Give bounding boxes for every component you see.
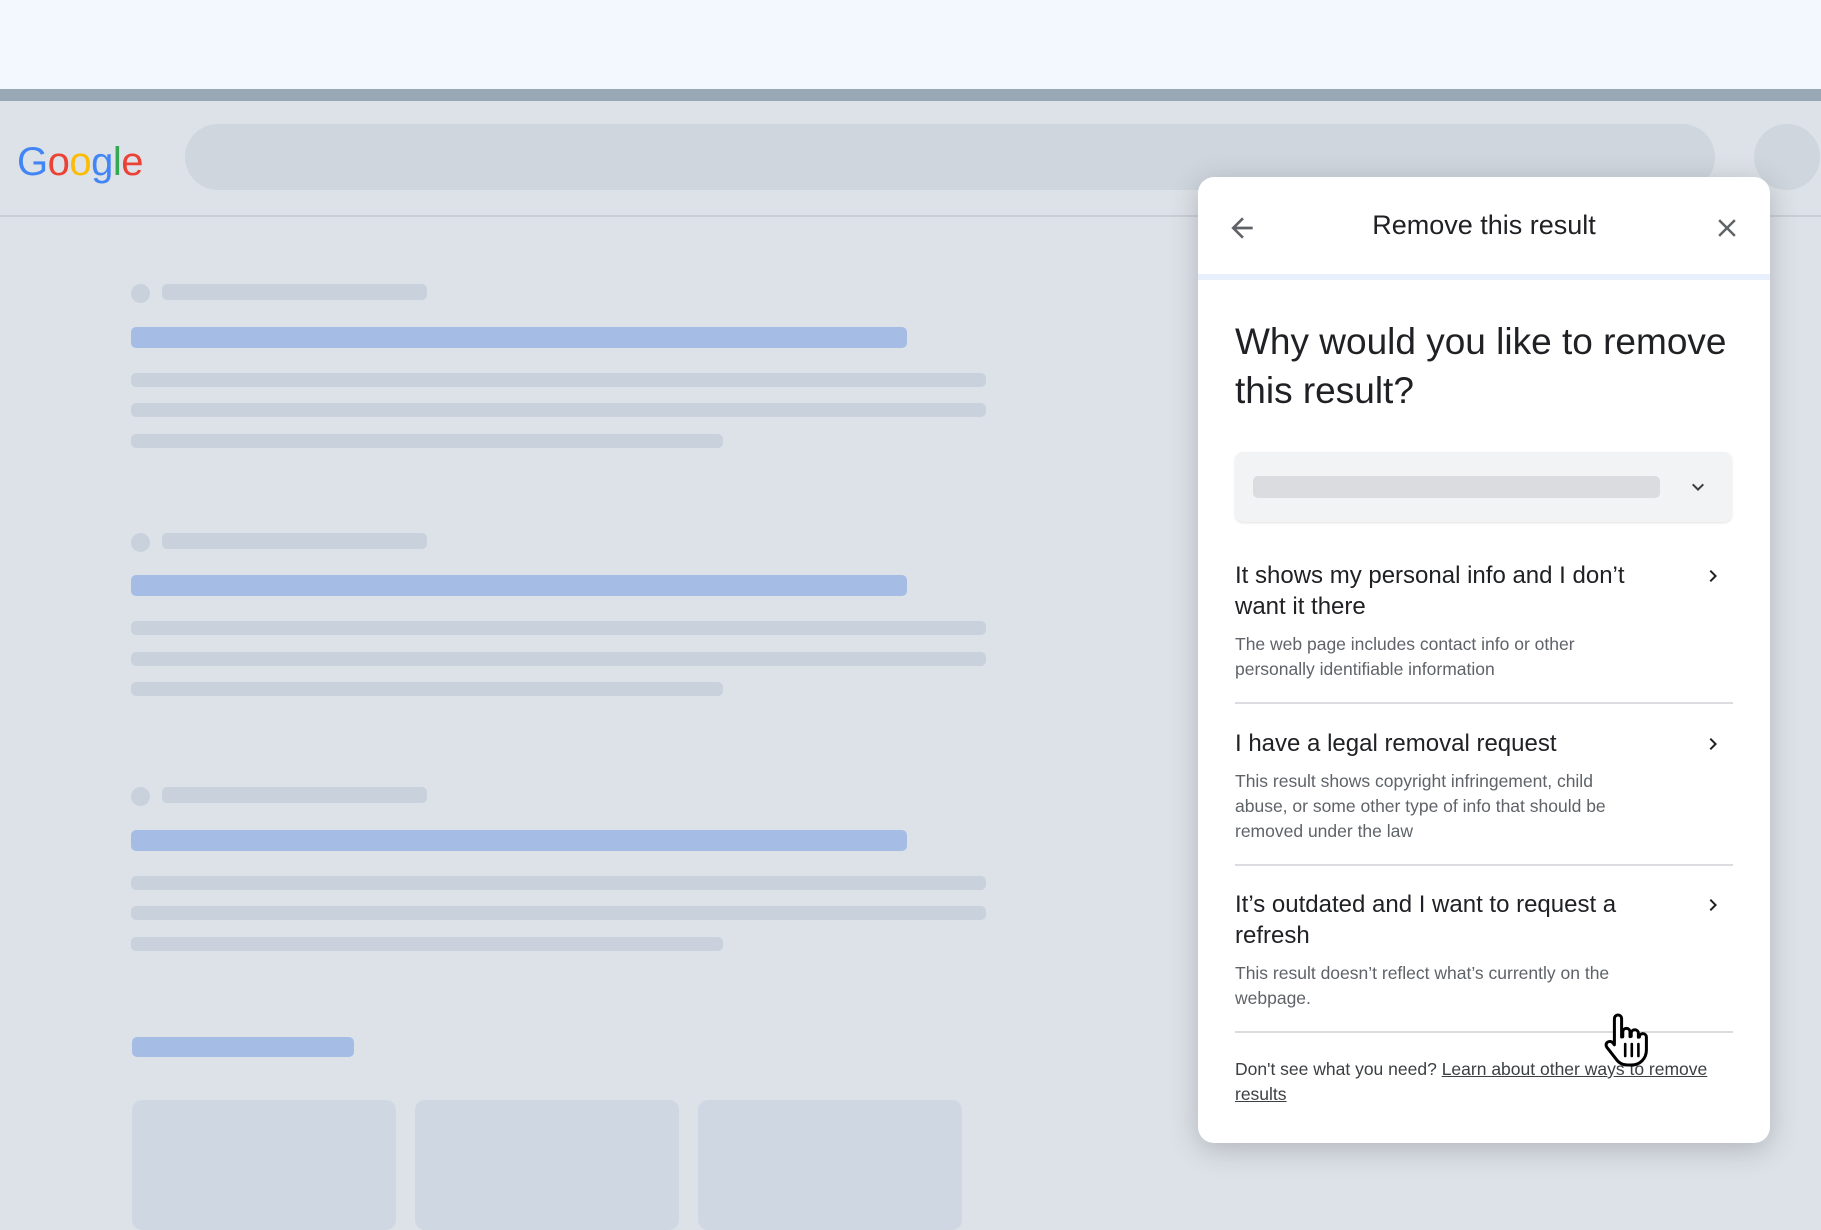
result-url-skeleton bbox=[162, 533, 427, 549]
chevron-right-icon bbox=[1709, 570, 1717, 582]
option-divider bbox=[1235, 864, 1733, 866]
close-icon[interactable] bbox=[1712, 213, 1742, 243]
browser-top-border bbox=[0, 89, 1821, 101]
browser-top-band bbox=[0, 0, 1821, 89]
logo-letter: o bbox=[69, 140, 92, 184]
chevron-down-icon bbox=[1692, 483, 1704, 491]
result-title-skeleton[interactable] bbox=[131, 575, 907, 596]
option-description: This result doesn’t reflect what’s curre… bbox=[1235, 963, 1610, 1008]
result-title-skeleton[interactable] bbox=[131, 830, 907, 851]
chevron-right-icon bbox=[1709, 899, 1717, 911]
footer-text: Don't see what you need? bbox=[1235, 1059, 1437, 1079]
option-personal-info[interactable]: It shows my personal info and I don’t wa… bbox=[1235, 560, 1733, 682]
logo-letter: l bbox=[112, 140, 122, 184]
result-snippet-skeleton bbox=[131, 403, 986, 417]
option-title: It shows my personal info and I don’t wa… bbox=[1235, 562, 1625, 620]
option-legal-removal[interactable]: I have a legal removal request This resu… bbox=[1235, 728, 1733, 844]
result-snippet-skeleton bbox=[131, 373, 986, 387]
option-title: I have a legal removal request bbox=[1235, 730, 1557, 757]
result-snippet-skeleton bbox=[131, 682, 723, 696]
card-skeleton[interactable] bbox=[698, 1100, 962, 1230]
hand-pointer-cursor-icon bbox=[1604, 1013, 1648, 1067]
logo-letter: e bbox=[121, 140, 144, 184]
result-favicon-skeleton bbox=[131, 533, 150, 552]
reason-dropdown[interactable] bbox=[1235, 452, 1732, 522]
result-snippet-skeleton bbox=[131, 937, 723, 951]
result-snippet-skeleton bbox=[131, 906, 986, 920]
dialog-header: Remove this result bbox=[1198, 177, 1770, 280]
result-snippet-skeleton bbox=[131, 652, 986, 666]
option-description: This result shows copyright infringement… bbox=[1235, 771, 1606, 841]
result-url-skeleton bbox=[162, 787, 427, 803]
result-url-skeleton bbox=[162, 284, 427, 300]
dialog-title: Remove this result bbox=[1372, 210, 1596, 240]
option-divider bbox=[1235, 1031, 1733, 1033]
result-snippet-skeleton bbox=[131, 434, 723, 448]
dialog-question: Why would you like to remove this result… bbox=[1235, 321, 1727, 411]
option-divider bbox=[1235, 702, 1733, 704]
option-description: The web page includes contact info or ot… bbox=[1235, 634, 1575, 679]
option-title: It’s outdated and I want to request a re… bbox=[1235, 891, 1617, 949]
result-snippet-skeleton bbox=[131, 876, 986, 890]
logo-letter: g bbox=[91, 140, 113, 184]
card-skeleton[interactable] bbox=[415, 1100, 679, 1230]
logo-letter: o bbox=[47, 140, 70, 184]
google-logo[interactable]: Google bbox=[17, 140, 144, 185]
chevron-right-icon bbox=[1709, 738, 1717, 750]
result-favicon-skeleton bbox=[131, 787, 150, 806]
dialog-footer: Don't see what you need? Learn about oth… bbox=[1235, 1057, 1745, 1107]
remove-result-dialog: Remove this result Why would you like to… bbox=[1198, 177, 1770, 1143]
dropdown-value-skeleton bbox=[1253, 476, 1660, 498]
result-snippet-skeleton bbox=[131, 621, 986, 635]
section-heading-skeleton bbox=[132, 1037, 354, 1057]
option-outdated-refresh[interactable]: It’s outdated and I want to request a re… bbox=[1235, 889, 1733, 1011]
card-skeleton[interactable] bbox=[132, 1100, 396, 1230]
result-favicon-skeleton bbox=[131, 284, 150, 303]
logo-letter: G bbox=[17, 140, 48, 184]
header-divider bbox=[1198, 274, 1770, 280]
result-title-skeleton[interactable] bbox=[131, 327, 907, 348]
